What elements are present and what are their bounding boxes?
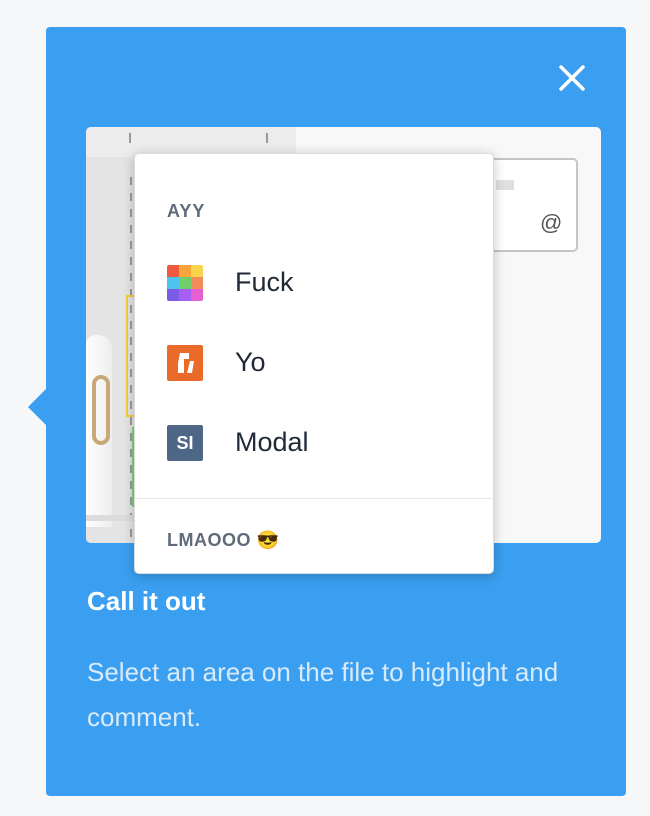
colorful-grid-app-icon [167, 265, 203, 301]
dropdown-item-modal[interactable]: SI Modal [135, 413, 493, 473]
dropdown-item-label: Yo [235, 347, 266, 377]
dropdown-footer-link[interactable]: LMAOOO 😎 [167, 530, 279, 551]
mention-dropdown: AYY Fuck Yo SI Modal LMAOOO 😎 [134, 153, 494, 574]
dropdown-divider [135, 498, 493, 499]
popover-description: Select an area on the file to highlight … [87, 657, 559, 732]
si-app-icon: SI [167, 425, 203, 461]
bottle-logo [92, 375, 110, 445]
ruler-tick [266, 133, 268, 143]
popover-title: Call it out [87, 586, 206, 616]
dropdown-item-fuck[interactable]: Fuck [135, 253, 493, 313]
dropdown-item-label: Fuck [235, 267, 294, 297]
at-sign-icon: @ [540, 210, 563, 235]
dropdown-item-yo[interactable]: Yo [135, 333, 493, 393]
input-placeholder-bar [496, 180, 514, 190]
dropdown-item-label: Modal [235, 427, 309, 457]
ruler-tick [129, 133, 131, 143]
popover-pointer [28, 389, 46, 425]
dropdown-section-header: AYY [167, 201, 206, 221]
comment-input-preview: @ [484, 158, 578, 252]
close-icon[interactable] [556, 62, 588, 94]
orange-logo-app-icon [167, 345, 203, 381]
